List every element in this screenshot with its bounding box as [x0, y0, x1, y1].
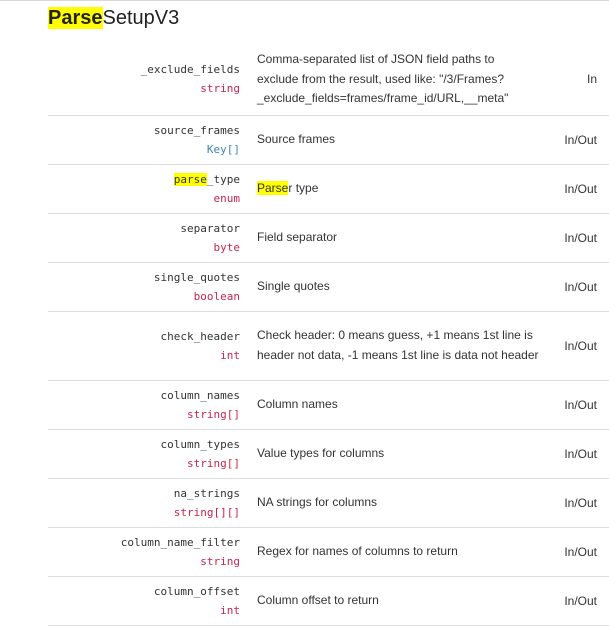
field-direction: In/Out [545, 576, 609, 626]
field-name-cell: column_name_filter string [48, 527, 249, 577]
field-type: string [200, 554, 240, 568]
table-row: parse_type enum Parser type In/Out [48, 164, 609, 214]
field-type: string[] [187, 456, 240, 470]
field-name: column_names [160, 388, 240, 402]
field-name-cell: column_offset int [48, 576, 249, 626]
table-row: check_header int Check header: 0 means g… [48, 311, 609, 381]
table-row: source_frames Key[] Source frames In/Out [48, 115, 609, 165]
top-border [0, 0, 609, 1]
fields-table: _exclude_fields string Comma-separated l… [48, 44, 609, 626]
field-description: Parser type [249, 164, 545, 214]
field-name-cell: check_header int [48, 311, 249, 381]
field-direction: In/Out [545, 115, 609, 165]
page-title: ParseSetupV3 [48, 6, 179, 30]
field-direction: In/Out [545, 478, 609, 528]
field-type: int [220, 348, 240, 362]
field-description: Field separator [249, 213, 545, 263]
title-rest: SetupV3 [102, 7, 180, 29]
field-name: single_quotes [153, 270, 240, 284]
field-direction: In/Out [545, 527, 609, 577]
field-name-cell: source_frames Key[] [48, 115, 249, 165]
table-row: na_strings string[][] NA strings for col… [48, 478, 609, 528]
field-description: Source frames [249, 115, 545, 165]
field-name: source_frames [153, 123, 240, 137]
field-name: check_header [160, 329, 240, 343]
field-direction: In/Out [545, 213, 609, 263]
title-search-highlight: Parse [48, 7, 103, 29]
field-description: Value types for columns [249, 429, 545, 479]
name-rest: _type [206, 172, 240, 186]
field-name: separator [180, 221, 240, 235]
field-name: parse_type [48, 170, 240, 189]
table-row: column_name_filter string Regex for name… [48, 527, 609, 577]
table-row: column_names string[] Column names In/Ou… [48, 380, 609, 430]
table-row: column_offset int Column offset to retur… [48, 576, 609, 626]
field-name-cell: column_names string[] [48, 380, 249, 430]
field-description: Check header: 0 means guess, +1 means 1s… [249, 311, 545, 381]
field-name-cell: single_quotes boolean [48, 262, 249, 312]
field-name-cell: _exclude_fields string [48, 44, 249, 116]
field-name: column_name_filter [120, 535, 240, 549]
field-name: column_types [160, 437, 240, 451]
field-description: Column offset to return [249, 576, 545, 626]
field-name: column_offset [153, 584, 240, 598]
table-row: single_quotes boolean Single quotes In/O… [48, 262, 609, 312]
field-direction: In/Out [545, 311, 609, 381]
field-direction: In/Out [545, 429, 609, 479]
table-row: _exclude_fields string Comma-separated l… [48, 44, 609, 116]
field-type: string[][] [173, 505, 240, 519]
field-type: boolean [193, 289, 240, 303]
field-description: Comma-separated list of JSON field paths… [249, 44, 545, 116]
field-type: string [200, 82, 240, 96]
field-type: enum [213, 191, 241, 205]
description-search-highlight: Parse [257, 180, 289, 195]
field-type: int [220, 603, 240, 617]
field-description: NA strings for columns [249, 478, 545, 528]
field-name-cell: parse_type enum [48, 164, 249, 214]
field-direction: In/Out [545, 380, 609, 430]
field-direction: In/Out [545, 164, 609, 214]
field-name-cell: separator byte [48, 213, 249, 263]
field-type: string[] [187, 407, 240, 421]
field-name-cell: column_types string[] [48, 429, 249, 479]
table-row: column_types string[] Value types for co… [48, 429, 609, 479]
field-description: Single quotes [249, 262, 545, 312]
description-rest: r type [288, 180, 319, 195]
name-search-highlight: parse [173, 172, 207, 186]
field-description: Column names [249, 380, 545, 430]
field-name-cell: na_strings string[][] [48, 478, 249, 528]
field-description: Regex for names of columns to return [249, 527, 545, 577]
field-direction: In [545, 44, 609, 116]
field-name: na_strings [173, 486, 240, 500]
field-direction: In/Out [545, 262, 609, 312]
field-type: byte [213, 240, 241, 254]
field-type: Key[] [206, 142, 240, 156]
field-name: _exclude_fields [140, 63, 240, 77]
table-row: separator byte Field separator In/Out [48, 213, 609, 263]
